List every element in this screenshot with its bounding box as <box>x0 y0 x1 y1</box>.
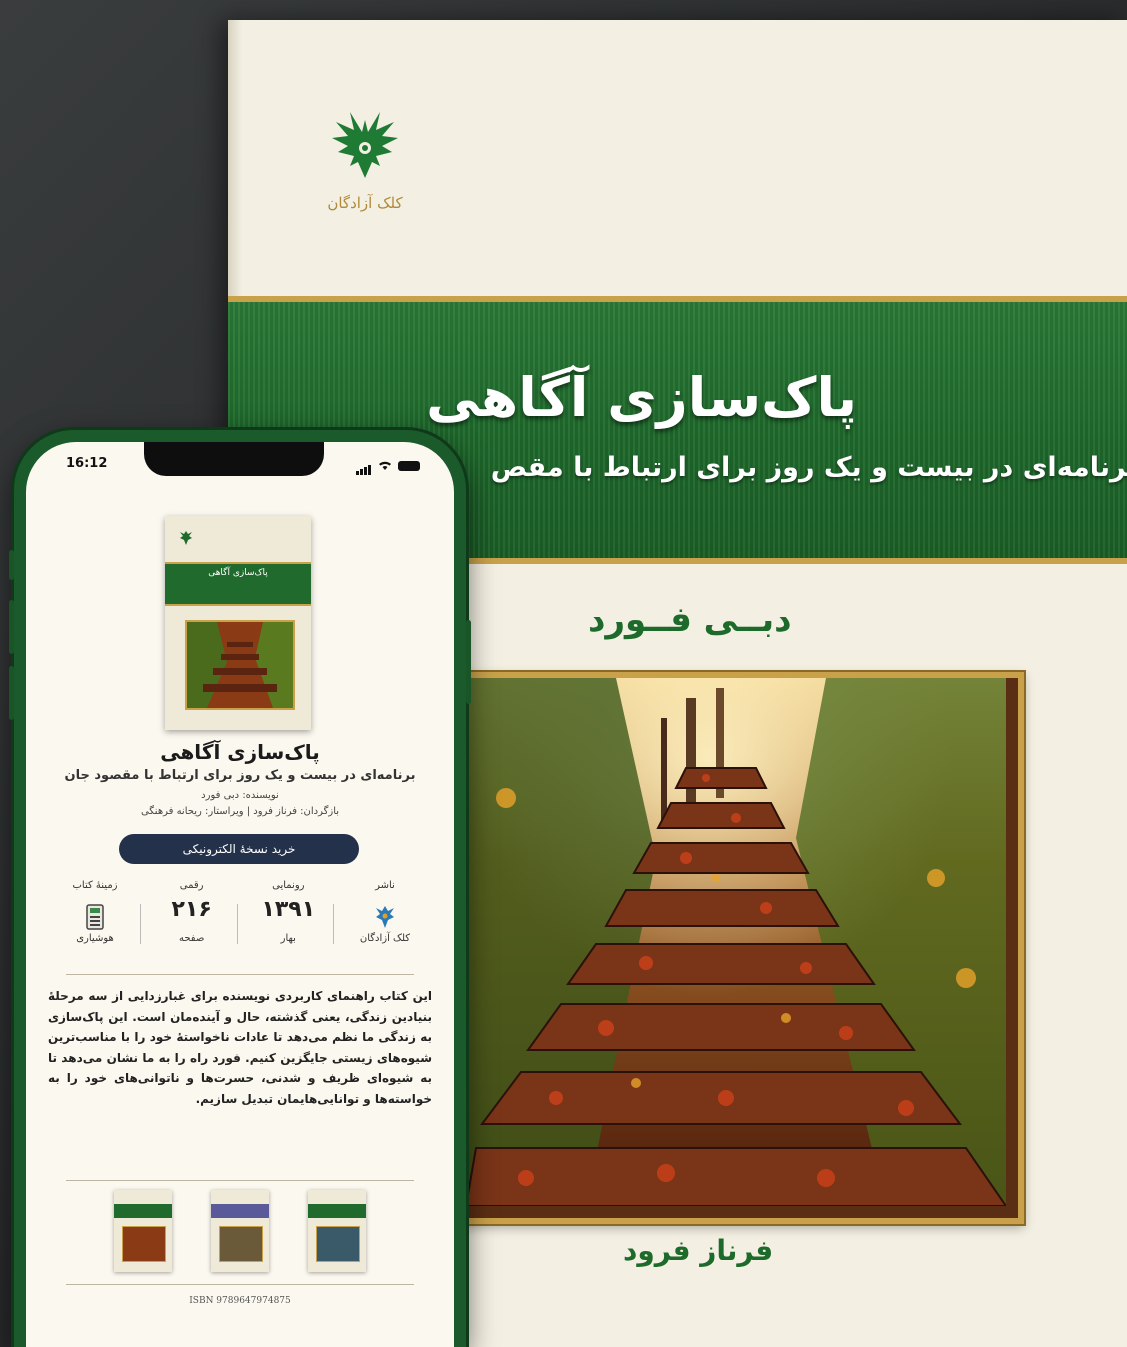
stat-genre: زمینهٔ کتاب هوشیاری <box>52 880 141 966</box>
phone-volume-up <box>9 600 14 654</box>
isbn: ISBN 9789647974875 <box>189 1296 291 1306</box>
divider <box>66 1284 414 1285</box>
stat-pages: رقمی ۲۱۶ صفحه <box>149 880 238 966</box>
stat-bottom: کلک آزادگان <box>359 933 411 944</box>
book-description: این کتاب راهنمای کاربردی نویسنده برای غب… <box>48 989 432 1106</box>
thumbnail-logo-icon <box>180 531 192 545</box>
cover-title: پاک‌سازی آگاهی <box>426 366 857 429</box>
phone-power-button <box>466 620 471 704</box>
battery-icon <box>398 460 420 471</box>
stat-label: رونمایی <box>272 880 305 891</box>
publisher-logo-icon <box>375 906 394 928</box>
stat-label: ناشر <box>375 880 395 891</box>
related-book-band <box>308 1204 366 1218</box>
notch <box>144 442 324 476</box>
thumbnail-title: پاک‌سازی آگاهی <box>208 568 268 578</box>
stat-label: رقمی <box>179 880 204 891</box>
thumbnail-photo <box>185 620 295 710</box>
stat-value <box>342 897 428 928</box>
publisher-logo: کلک آزادگان <box>310 108 420 212</box>
related-books <box>114 1190 366 1272</box>
stat-bottom: صفحه <box>178 933 205 944</box>
book-subtitle: برنامه‌ای در بیست و یک روز برای ارتباط ب… <box>64 768 416 783</box>
stat-bottom: هوشیاری <box>76 933 114 944</box>
related-book[interactable] <box>211 1190 269 1272</box>
buy-ebook-button[interactable]: خرید نسخهٔ الکترونیکی <box>119 834 359 864</box>
signal-icon <box>356 456 372 475</box>
book-author: نویسنده: دبی فورد <box>201 790 279 801</box>
stat-value <box>52 897 138 930</box>
wifi-icon <box>379 461 391 470</box>
book-thumbnail[interactable]: پاک‌سازی آگاهی <box>165 516 311 730</box>
cover-translator: فرناز فرود <box>623 1234 774 1267</box>
eagle-logo-icon <box>332 112 398 178</box>
phone-mockup: 16:12 پاک‌سازی آگاهی <box>9 430 471 1347</box>
divider <box>66 974 414 975</box>
divider <box>66 1180 414 1181</box>
stat-value: ۲۱۶ <box>171 897 212 922</box>
book-translator: بازگردان: فرناز فرود | ویراستار: ریحانه … <box>140 806 340 817</box>
phone-volume-down <box>9 666 14 720</box>
related-book[interactable] <box>308 1190 366 1272</box>
stat-release: رونمایی ۱۳۹۱ بهار <box>245 880 335 966</box>
stat-publisher: ناشر کلک آزادگان <box>342 880 428 966</box>
cover-photo <box>460 672 1024 1224</box>
status-icons <box>356 456 420 475</box>
phone-screen: 16:12 پاک‌سازی آگاهی <box>26 442 454 1347</box>
autumn-stairs-image <box>466 678 1008 1207</box>
cover-subtitle: برنامه‌ای در بیست و یک روز برای ارتباط ب… <box>490 452 1127 483</box>
cover-author: دبــی فــورد <box>588 600 792 640</box>
related-book[interactable] <box>114 1190 172 1272</box>
book-stats: ناشر کلک آزادگان رونمایی ۱۳۹۱ بهار رقمی … <box>52 880 428 966</box>
related-book-photo <box>122 1226 166 1262</box>
stat-value: ۱۳۹۱ <box>261 897 316 922</box>
thumbnail-stairs-image <box>187 622 293 708</box>
calculator-icon <box>86 904 104 930</box>
phone-side-button <box>9 550 14 580</box>
thumbnail-band: پاک‌سازی آگاهی <box>165 562 311 606</box>
related-book-photo <box>316 1226 360 1262</box>
related-book-band <box>114 1204 172 1218</box>
stat-label: زمینهٔ کتاب <box>72 880 118 891</box>
book-title: پاک‌سازی آگاهی <box>160 740 320 764</box>
status-time: 16:12 <box>66 456 108 471</box>
related-book-band <box>211 1204 269 1218</box>
publisher-logo-text: کلک آزادگان <box>327 194 403 212</box>
stat-bottom: بهار <box>280 933 296 944</box>
related-book-photo <box>219 1226 263 1262</box>
